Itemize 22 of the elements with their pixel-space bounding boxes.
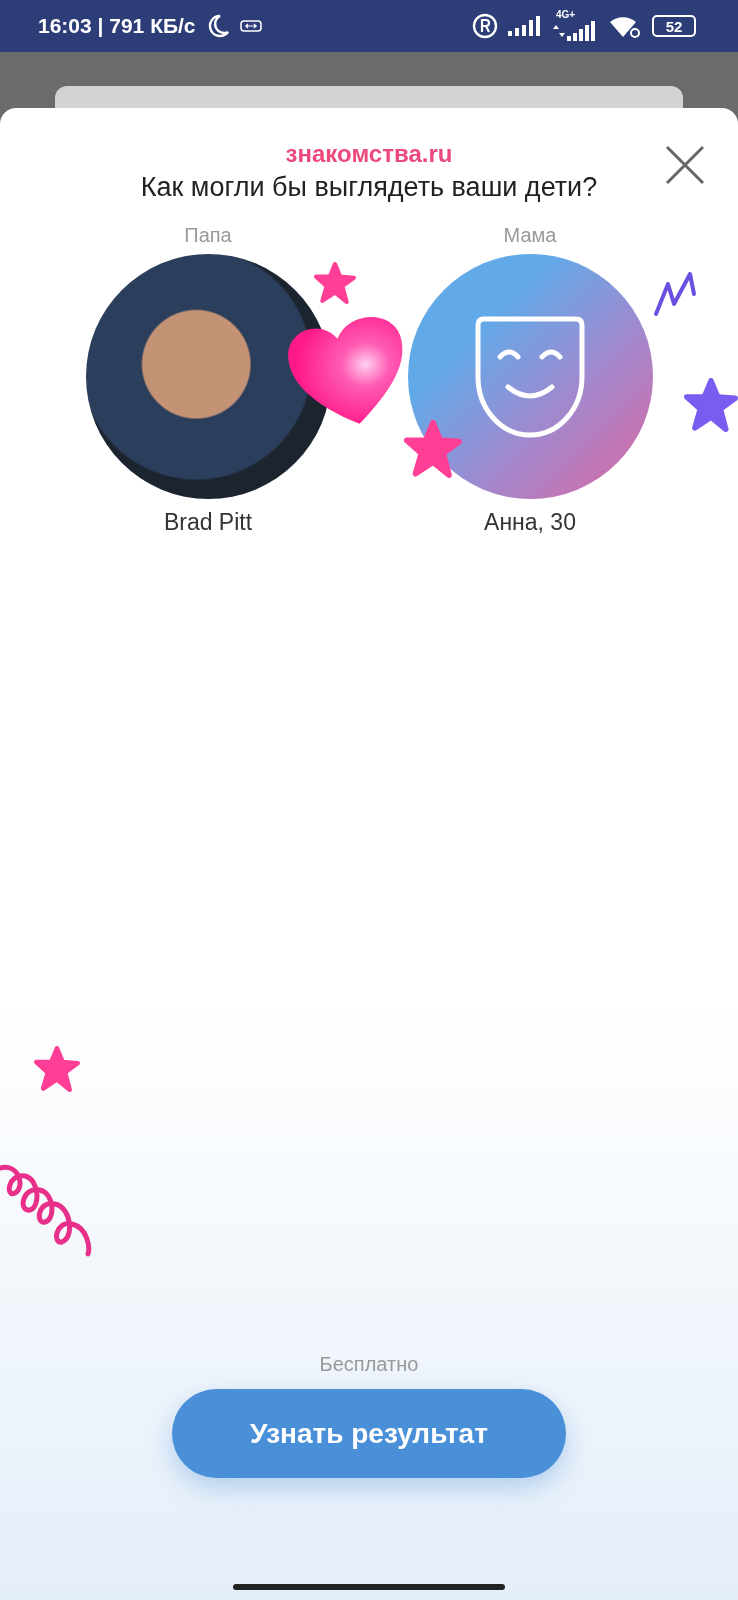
close-button[interactable] — [664, 144, 706, 186]
smiley-mask-icon — [474, 314, 586, 439]
signal-icon — [552, 21, 598, 41]
sparkle-icon — [684, 378, 738, 432]
battery-level: 52 — [665, 17, 683, 35]
registered-icon — [472, 13, 498, 39]
close-icon — [664, 144, 706, 186]
sparkle-icon — [313, 262, 356, 304]
person-name: Brad Pitt — [163, 508, 253, 537]
sparkle-icon — [34, 1046, 80, 1092]
role-label: Папа — [184, 223, 232, 248]
role-label: Мама — [503, 223, 557, 248]
status-time: 16:03 | 791 КБ/с — [38, 14, 196, 38]
price-label: Бесплатно — [319, 1352, 419, 1377]
card-icon — [239, 19, 262, 33]
result-button[interactable]: Узнать результат — [172, 1389, 566, 1478]
network-type: 4G+ — [556, 9, 576, 20]
sparkle-icon — [403, 420, 462, 478]
person-name: Анна, 30 — [484, 508, 576, 537]
signal-icon — [508, 15, 542, 37]
logo: знакомства.ru — [285, 139, 453, 169]
sheet-title: Как могли бы выглядеть ваши дети? — [140, 171, 598, 204]
